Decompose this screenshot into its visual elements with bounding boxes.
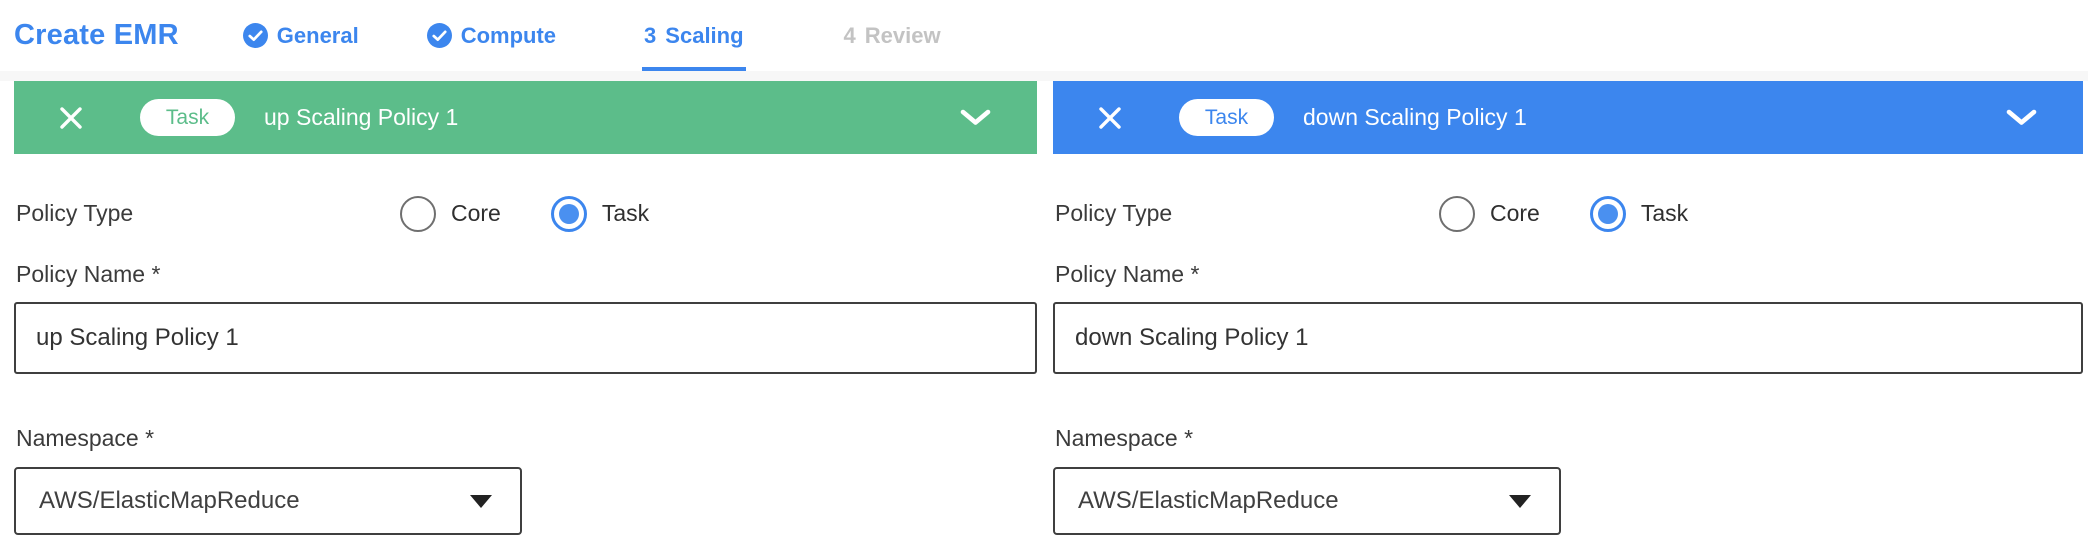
radio-option-task[interactable]: Task xyxy=(1590,196,1688,232)
task-radio-label: Task xyxy=(602,200,649,227)
scale-down-policy-panel: Task down Scaling Policy 1 Policy Type C… xyxy=(1053,81,2083,535)
radio-option-task[interactable]: Task xyxy=(551,196,649,232)
core-radio-label: Core xyxy=(451,200,501,227)
tab-general[interactable]: General xyxy=(243,0,359,71)
check-circle-icon xyxy=(243,23,268,48)
chevron-down-icon[interactable] xyxy=(960,109,991,126)
scale-down-policy-header[interactable]: Task down Scaling Policy 1 xyxy=(1053,81,2083,154)
namespace-select[interactable]: AWS/ElasticMapReduce xyxy=(14,467,522,535)
tab-scaling[interactable]: 3 Scaling xyxy=(644,0,744,71)
policy-name-label: Policy Name * xyxy=(1053,261,2083,288)
tab-general-label: General xyxy=(277,23,359,49)
task-radio[interactable] xyxy=(1590,196,1626,232)
policy-name-input[interactable] xyxy=(1053,302,2083,374)
tab-compute-label: Compute xyxy=(461,23,556,49)
policy-type-badge: Task xyxy=(1179,99,1274,136)
page-title: Create EMR xyxy=(14,19,179,52)
scale-up-policy-header[interactable]: Task up Scaling Policy 1 xyxy=(14,81,1037,154)
radio-option-core[interactable]: Core xyxy=(1439,196,1540,232)
policy-type-label: Policy Type xyxy=(1053,200,1172,227)
policy-type-label: Policy Type xyxy=(14,200,133,227)
namespace-selected-value: AWS/ElasticMapReduce xyxy=(1078,487,1339,515)
dropdown-caret-icon xyxy=(470,495,492,508)
dropdown-caret-icon xyxy=(1509,495,1531,508)
tab-review-number: 4 xyxy=(844,23,856,49)
wizard-header: Create EMR General Compute 3 Scaling 4 R… xyxy=(0,0,2088,71)
namespace-label: Namespace * xyxy=(1053,425,2083,452)
namespace-selected-value: AWS/ElasticMapReduce xyxy=(39,487,300,515)
tab-scaling-number: 3 xyxy=(644,23,656,49)
policy-type-row: Policy Type Core Task xyxy=(14,195,1037,232)
header-divider xyxy=(0,71,2088,81)
policy-name-input[interactable] xyxy=(14,302,1037,374)
policy-name-label: Policy Name * xyxy=(14,261,1037,288)
core-radio[interactable] xyxy=(1439,196,1475,232)
tab-review[interactable]: 4 Review xyxy=(844,0,941,71)
chevron-down-icon[interactable] xyxy=(2006,109,2037,126)
namespace-select[interactable]: AWS/ElasticMapReduce xyxy=(1053,467,1561,535)
policy-type-badge: Task xyxy=(140,99,235,136)
policy-bar-title: up Scaling Policy 1 xyxy=(264,104,458,131)
task-radio-label: Task xyxy=(1641,200,1688,227)
policy-type-radio-group: Core Task xyxy=(1439,195,1688,232)
task-radio[interactable] xyxy=(551,196,587,232)
tab-scaling-label: Scaling xyxy=(665,23,743,49)
check-circle-icon xyxy=(427,23,452,48)
policy-bar-title: down Scaling Policy 1 xyxy=(1303,104,1527,131)
tab-compute[interactable]: Compute xyxy=(427,0,556,71)
policy-type-radio-group: Core Task xyxy=(400,195,649,232)
radio-option-core[interactable]: Core xyxy=(400,196,501,232)
close-icon[interactable] xyxy=(57,104,85,132)
core-radio-label: Core xyxy=(1490,200,1540,227)
close-icon[interactable] xyxy=(1096,104,1124,132)
core-radio[interactable] xyxy=(400,196,436,232)
scale-up-policy-panel: Task up Scaling Policy 1 Policy Type Cor… xyxy=(14,81,1037,535)
tab-review-label: Review xyxy=(865,23,941,49)
namespace-label: Namespace * xyxy=(14,425,1037,452)
policy-type-row: Policy Type Core Task xyxy=(1053,195,2083,232)
